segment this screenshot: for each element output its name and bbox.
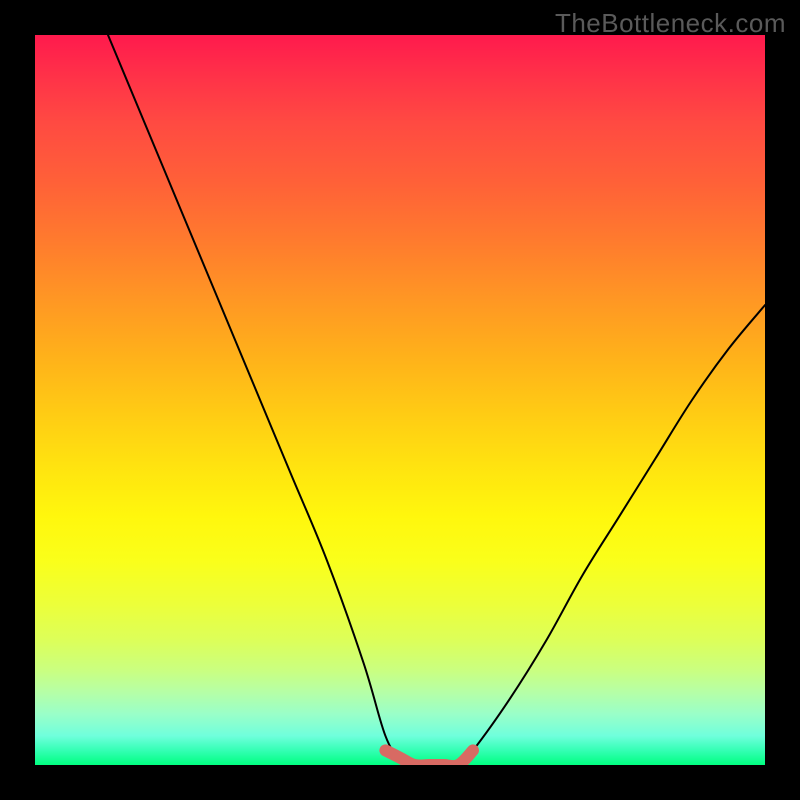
plot-area <box>35 35 765 765</box>
chart-stage: TheBottleneck.com <box>0 0 800 800</box>
watermark-text: TheBottleneck.com <box>555 8 786 39</box>
bottleneck-curve-path <box>108 35 765 765</box>
curve-layer <box>35 35 765 765</box>
min-band-highlight <box>385 750 473 765</box>
